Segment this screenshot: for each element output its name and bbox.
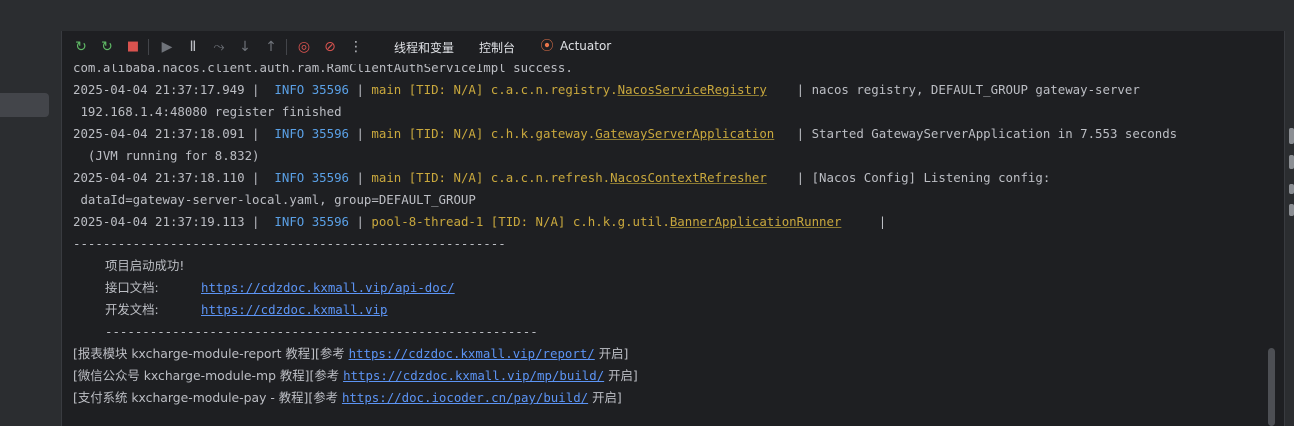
- log-message: | nacos registry, DEFAULT_GROUP gateway-…: [766, 82, 1140, 97]
- log-level: INFO 35596: [274, 214, 350, 229]
- log-class-link[interactable]: NacosServiceRegistry: [618, 82, 767, 97]
- log-line: 2025-04-04 21:37:19.113 | INFO 35596 | p…: [73, 211, 886, 233]
- module-mp-link[interactable]: https://cdzdoc.kxmall.vip/mp/build/: [343, 368, 604, 383]
- more-icon[interactable]: ⋮: [346, 37, 366, 57]
- log-thread: main [TID: N/A]: [371, 82, 484, 97]
- toolbar-separator: [148, 39, 149, 55]
- module-tip-report: [报表模块 kxcharge-module-report 教程][参考 http…: [73, 343, 628, 365]
- resume-icon[interactable]: ▶: [157, 37, 177, 57]
- banner-divider: ----------------------------------------…: [73, 236, 506, 251]
- stop-icon[interactable]: ■: [123, 37, 143, 57]
- right-tool-panel: [1284, 31, 1294, 426]
- log-package: c.h.k.gateway.: [483, 126, 596, 141]
- step-into-icon[interactable]: ↓: [235, 37, 255, 57]
- log-class-link[interactable]: GatewayServerApplication: [595, 126, 774, 141]
- log-level: INFO 35596: [274, 170, 350, 185]
- log-level: INFO 35596: [274, 82, 350, 97]
- module-tip-suffix: 开启]: [588, 390, 622, 405]
- right-panel-marker[interactable]: [1289, 204, 1294, 216]
- banner-divider: ----------------------------------------…: [105, 324, 538, 339]
- right-panel-marker[interactable]: [1289, 155, 1294, 169]
- log-package: c.a.c.n.refresh.: [483, 170, 611, 185]
- log-timestamp: 2025-04-04 21:37:19.113 |: [73, 214, 275, 229]
- log-thread: pool-8-thread-1 [TID: N/A]: [371, 214, 566, 229]
- log-message: | Started GatewayServerApplication in 7.…: [774, 126, 1178, 141]
- module-tip-text: [微信公众号 kxcharge-module-mp 教程][参考: [73, 368, 344, 383]
- rerun-failed-icon[interactable]: ↻: [97, 37, 117, 57]
- log-message: |: [841, 214, 887, 229]
- right-panel-marker[interactable]: [1289, 184, 1294, 194]
- log-separator: |: [349, 126, 372, 141]
- left-tool-panel: [0, 31, 62, 426]
- tab-actuator[interactable]: Actuator: [560, 39, 611, 53]
- banner-startup-success: 项目启动成功!: [105, 258, 185, 273]
- module-tip-suffix: 开启]: [604, 368, 638, 383]
- module-report-link[interactable]: https://cdzdoc.kxmall.vip/report/: [349, 346, 595, 361]
- log-separator: |: [349, 82, 372, 97]
- log-line: com.alibaba.nacos.client.auth.ram.RamCli…: [73, 60, 573, 75]
- log-package: c.a.c.n.registry.: [483, 82, 618, 97]
- log-message: | [Nacos Config] Listening config:: [766, 170, 1051, 185]
- view-breakpoints-icon[interactable]: ◎: [294, 37, 314, 57]
- api-doc-link[interactable]: https://cdzdoc.kxmall.vip/api-doc/: [201, 280, 455, 295]
- module-tip-mp: [微信公众号 kxcharge-module-mp 教程][参考 https:/…: [73, 365, 638, 387]
- step-out-icon[interactable]: ↑: [261, 37, 281, 57]
- log-separator: |: [349, 214, 372, 229]
- log-line: 192.168.1.4:48080 register finished: [73, 104, 342, 119]
- module-tip-text: [支付系统 kxcharge-module-pay - 教程][参考: [73, 390, 342, 405]
- rerun-icon[interactable]: ↻: [71, 37, 91, 57]
- banner-api-doc: 接口文档: https://cdzdoc.kxmall.vip/api-doc/: [105, 277, 455, 299]
- log-class-link[interactable]: NacosContextRefresher: [610, 170, 767, 185]
- step-over-icon[interactable]: ⤳: [209, 37, 229, 57]
- toolbar-separator: [286, 39, 287, 55]
- log-thread: main [TID: N/A]: [371, 126, 484, 141]
- dev-doc-label: 开发文档:: [105, 302, 159, 317]
- log-line: 2025-04-04 21:37:18.110 | INFO 35596 | m…: [73, 167, 1050, 189]
- log-separator: |: [349, 170, 372, 185]
- log-timestamp: 2025-04-04 21:37:17.949 |: [73, 82, 275, 97]
- pause-icon[interactable]: Ⅱ: [183, 37, 203, 57]
- top-strip: [0, 0, 1294, 31]
- console-output[interactable]: com.alibaba.nacos.client.auth.ram.RamCli…: [62, 56, 1268, 426]
- module-tip-pay: [支付系统 kxcharge-module-pay - 教程][参考 https…: [73, 387, 622, 409]
- log-timestamp: 2025-04-04 21:37:18.091 |: [73, 126, 275, 141]
- log-line: (JVM running for 8.832): [73, 148, 260, 163]
- module-tip-text: [报表模块 kxcharge-module-report 教程][参考: [73, 346, 349, 361]
- log-line: dataId=gateway-server-local.yaml, group=…: [73, 192, 476, 207]
- left-panel-selected-item[interactable]: [0, 93, 49, 117]
- log-thread: main [TID: N/A]: [371, 170, 484, 185]
- log-line: 2025-04-04 21:37:18.091 | INFO 35596 | m…: [73, 123, 1177, 145]
- log-timestamp: 2025-04-04 21:37:18.110 |: [73, 170, 275, 185]
- api-doc-label: 接口文档:: [105, 280, 159, 295]
- log-package: c.h.k.g.util.: [565, 214, 670, 229]
- actuator-icon: ⦿: [540, 39, 554, 54]
- right-panel-marker[interactable]: [1289, 128, 1294, 144]
- module-tip-suffix: 开启]: [594, 346, 629, 361]
- banner-dev-doc: 开发文档: https://cdzdoc.kxmall.vip: [105, 299, 388, 321]
- console-scrollbar-thumb[interactable]: [1268, 348, 1275, 426]
- tab-console[interactable]: 控制台: [479, 39, 515, 56]
- log-class-link[interactable]: BannerApplicationRunner: [670, 214, 842, 229]
- dev-doc-link[interactable]: https://cdzdoc.kxmall.vip: [201, 302, 388, 317]
- log-level: INFO 35596: [274, 126, 350, 141]
- mute-breakpoints-icon[interactable]: ⊘: [320, 37, 340, 57]
- tab-threads-variables[interactable]: 线程和变量: [394, 39, 454, 56]
- module-pay-link[interactable]: https://doc.iocoder.cn/pay/build/: [342, 390, 588, 405]
- log-line: 2025-04-04 21:37:17.949 | INFO 35596 | m…: [73, 79, 1140, 101]
